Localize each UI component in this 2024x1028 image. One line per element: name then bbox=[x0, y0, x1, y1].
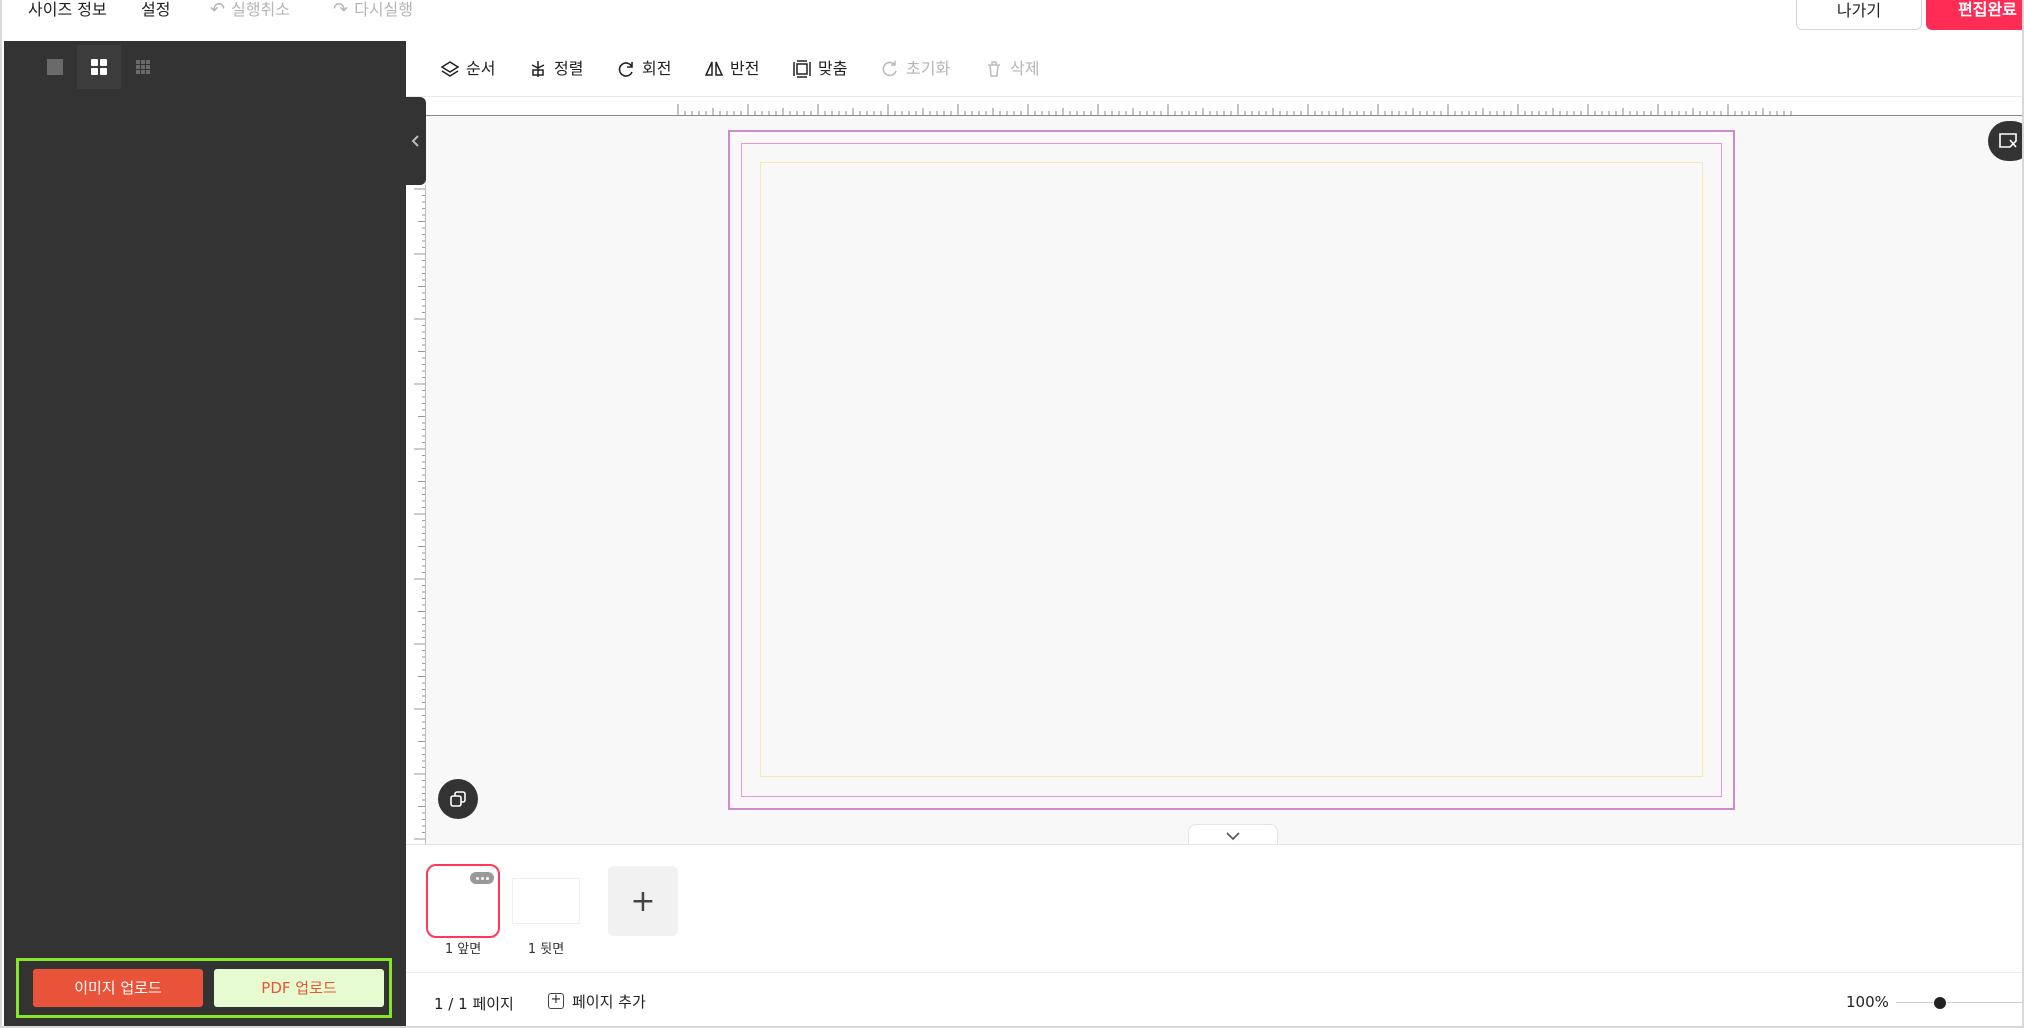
zoom-slider-track[interactable] bbox=[1896, 1002, 2022, 1003]
page-count: 1 / 1 페이지 bbox=[434, 995, 514, 1013]
redo-icon: ↷ bbox=[333, 0, 349, 20]
single-view-toggle[interactable] bbox=[33, 45, 77, 89]
more-options-icon[interactable] bbox=[470, 872, 494, 884]
undo-button[interactable]: ↶ 실행취소 bbox=[210, 0, 290, 20]
top-menu-bar: 사이즈 정보 설정 ↶ 실행취소 ↷ 다시실행 나가기 편집완료 bbox=[2, 0, 2022, 41]
grid-2x2-icon bbox=[91, 59, 107, 75]
settings-menu[interactable]: 설정 bbox=[141, 0, 170, 20]
page-thumb-front-label: 1 앞면 bbox=[444, 942, 482, 957]
align-icon bbox=[531, 61, 545, 77]
copy-icon bbox=[450, 791, 466, 807]
app-window: 사이즈 정보 설정 ↶ 실행취소 ↷ 다시실행 나가기 편집완료 이미지 업로드 P… bbox=[0, 0, 2024, 1028]
fit-icon bbox=[793, 60, 811, 78]
order-tool[interactable]: 순서 bbox=[440, 57, 495, 81]
grid-3x3-icon bbox=[136, 60, 150, 74]
fit-tool[interactable]: 맞춤 bbox=[792, 57, 847, 81]
undo-icon: ↶ bbox=[210, 0, 226, 20]
upload-buttons-group: 이미지 업로드 PDF 업로드 bbox=[16, 958, 392, 1018]
sidebar-collapse-handle[interactable] bbox=[406, 97, 426, 185]
reset-tool[interactable]: 초기화 bbox=[880, 57, 950, 81]
grid-2x2-view-toggle[interactable] bbox=[77, 45, 121, 89]
delete-tool[interactable]: 삭제 bbox=[984, 57, 1039, 81]
edit-toolbar: 순서 정렬 회전 반전 맞춤 초기화 삭제 bbox=[406, 41, 2022, 97]
reset-icon bbox=[882, 61, 897, 77]
chevron-down-icon bbox=[1226, 831, 1240, 840]
page-thumb-back[interactable] bbox=[512, 878, 580, 924]
rotate-tool[interactable]: 회전 bbox=[616, 57, 671, 81]
size-info-menu[interactable]: 사이즈 정보 bbox=[28, 0, 107, 20]
plus-box-icon: + bbox=[548, 993, 564, 1009]
zoom-level: 100% bbox=[1846, 993, 1889, 1011]
align-tool[interactable]: 정렬 bbox=[528, 57, 583, 81]
horizontal-ruler-ticks bbox=[677, 104, 1792, 115]
image-upload-button[interactable]: 이미지 업로드 bbox=[33, 969, 203, 1007]
flip-tool[interactable]: 반전 bbox=[704, 57, 759, 81]
redo-button[interactable]: ↷ 다시실행 bbox=[333, 0, 413, 20]
layers-panel-button[interactable] bbox=[438, 779, 478, 819]
left-sidebar: 이미지 업로드 PDF 업로드 bbox=[4, 41, 406, 1026]
zoom-slider-handle[interactable] bbox=[1934, 997, 1946, 1009]
horizontal-ruler bbox=[426, 97, 2022, 116]
page-strip-toggle[interactable] bbox=[1188, 824, 1278, 846]
chevron-left-icon bbox=[411, 135, 419, 147]
safe-zone-line bbox=[760, 162, 1703, 777]
layers-icon bbox=[440, 61, 460, 77]
vertical-ruler-ticks bbox=[414, 188, 425, 840]
status-bar: 1 / 1 페이지 + 페이지 추가 100% bbox=[406, 972, 2022, 1026]
plus-icon: + bbox=[630, 883, 656, 919]
single-square-icon bbox=[47, 59, 63, 75]
page-thumb-front[interactable] bbox=[426, 864, 500, 938]
page-thumb-back-label: 1 뒷면 bbox=[527, 942, 565, 957]
tag-pointer-icon bbox=[1999, 133, 2017, 148]
rotate-icon bbox=[618, 62, 633, 77]
pdf-upload-button[interactable]: PDF 업로드 bbox=[214, 969, 384, 1007]
add-page-button[interactable]: + 페이지 추가 bbox=[548, 991, 646, 1011]
vertical-ruler bbox=[406, 185, 426, 844]
exit-button[interactable]: 나가기 bbox=[1796, 0, 1922, 30]
edit-done-button[interactable]: 편집완료 bbox=[1926, 0, 2022, 30]
trash-icon bbox=[988, 61, 1000, 77]
flip-icon bbox=[704, 61, 724, 76]
grid-3x3-view-toggle[interactable] bbox=[121, 45, 165, 89]
side-panel-toggle[interactable] bbox=[1988, 121, 2022, 161]
add-page-thumb-button[interactable]: + bbox=[608, 866, 678, 936]
